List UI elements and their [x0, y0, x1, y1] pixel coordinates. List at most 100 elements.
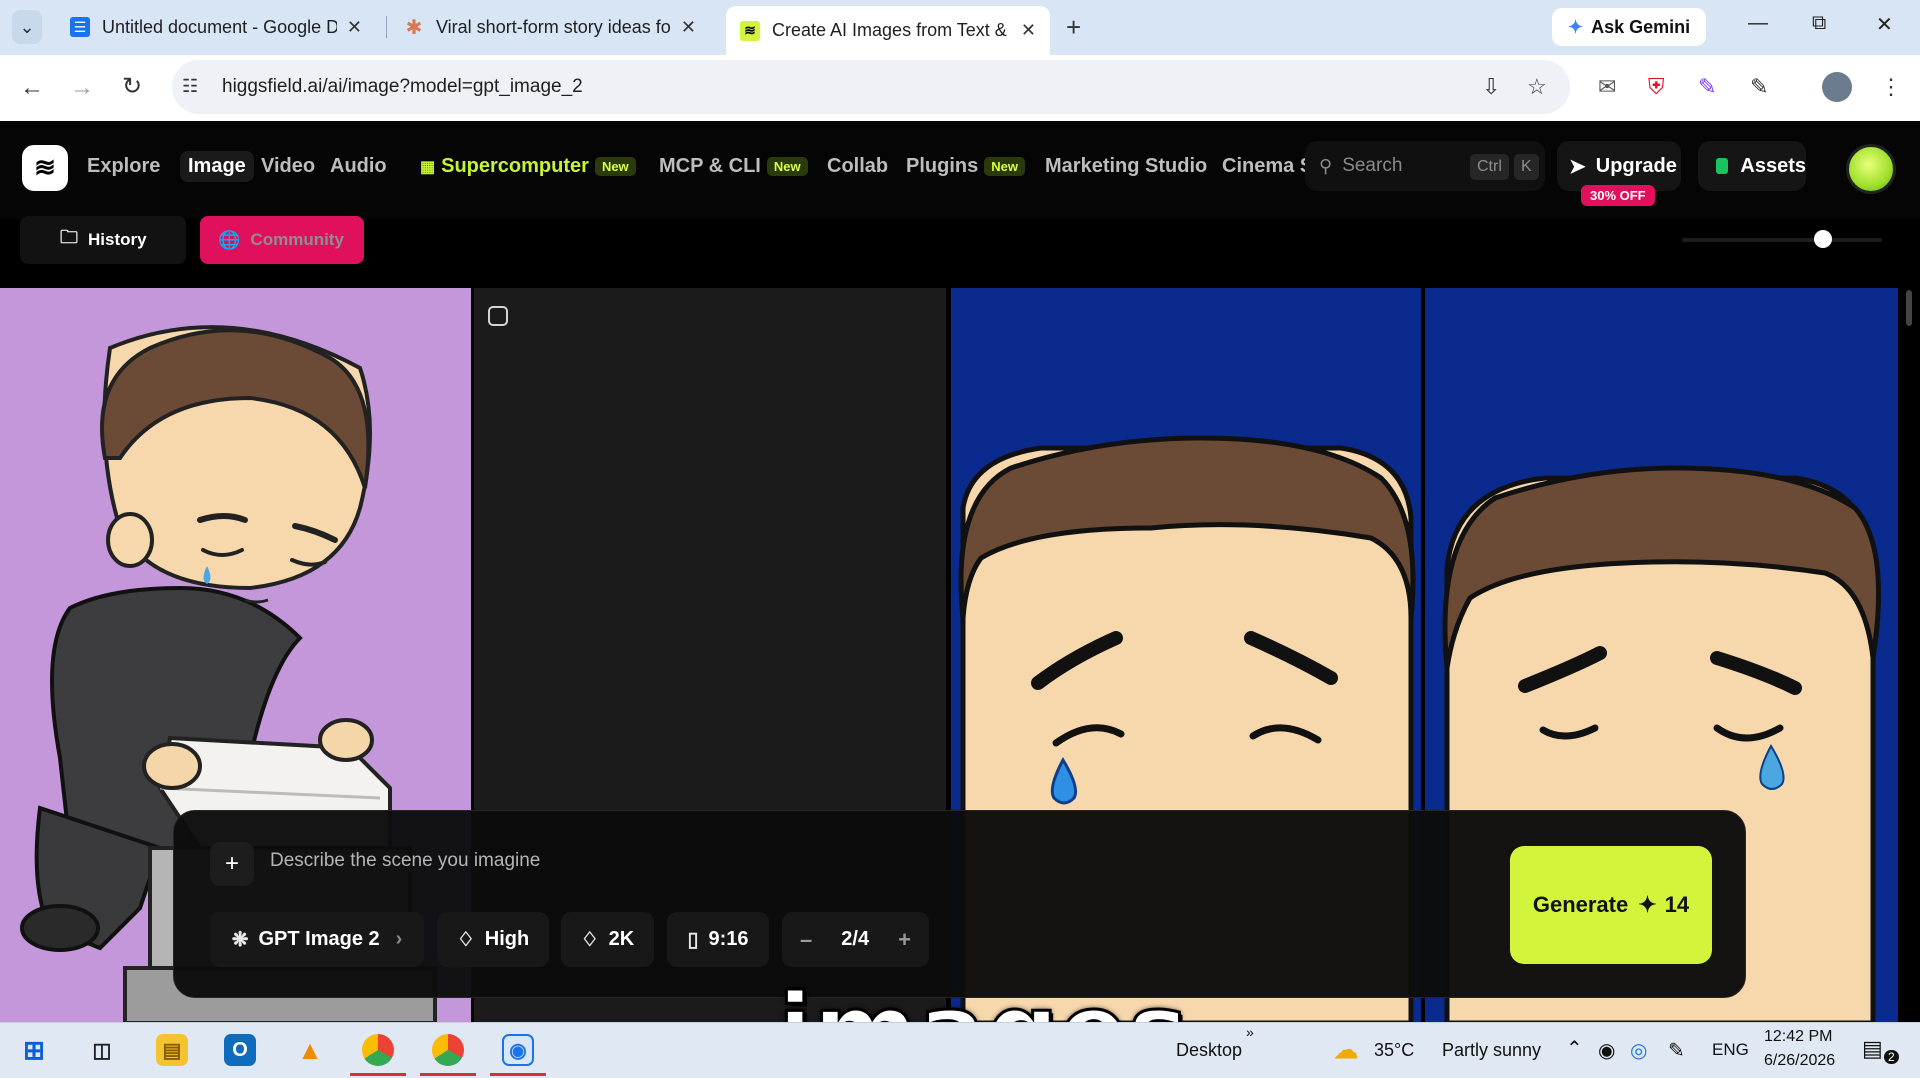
file-explorer-icon[interactable]: ▤: [156, 1034, 188, 1066]
clock-date[interactable]: 6/26/2026: [1764, 1052, 1835, 1070]
minimize-icon[interactable]: —: [1748, 12, 1768, 35]
new-tab-icon[interactable]: +: [1066, 12, 1081, 43]
chevron-up-icon[interactable]: ⌃: [1566, 1036, 1583, 1061]
extensions-puzzle-icon[interactable]: ✎: [1750, 74, 1768, 100]
language-indicator[interactable]: ENG: [1712, 1040, 1749, 1060]
search-box[interactable]: ⚲ Search: [1305, 141, 1545, 191]
browser-menu-icon[interactable]: ⋮: [1880, 74, 1902, 100]
url-text[interactable]: higgsfield.ai/ai/image?model=gpt_image_2: [222, 76, 583, 98]
openai-icon: ❋: [231, 929, 249, 951]
ublock-extension-icon[interactable]: ⛨: [1648, 74, 1665, 100]
assets-button[interactable]: Assets: [1698, 141, 1806, 191]
vlc-icon[interactable]: ▲: [294, 1034, 326, 1066]
desktop-toolbar-label[interactable]: Desktop: [1176, 1040, 1242, 1061]
aspect-ratio-selector[interactable]: ▯ 9:16: [667, 912, 769, 967]
nav-supercomputer-label: Supercomputer: [441, 155, 589, 177]
notification-count: 2: [1884, 1050, 1899, 1064]
chevron-right-icon: ›: [395, 928, 403, 950]
pen-icon[interactable]: ✎: [1668, 1038, 1685, 1063]
nav-supercomputer[interactable]: ▦ Supercomputer New: [420, 155, 636, 178]
restore-icon[interactable]: ⧉: [1812, 12, 1826, 35]
weather-condition[interactable]: Partly sunny: [1442, 1040, 1541, 1061]
plus-icon[interactable]: +: [898, 927, 911, 953]
task-view-icon[interactable]: ◫: [86, 1034, 118, 1066]
mail-extension-icon[interactable]: ✉: [1598, 74, 1616, 100]
chrome-icon[interactable]: [362, 1034, 394, 1066]
prompt-input[interactable]: Describe the scene you imagine: [270, 850, 540, 872]
model-selector[interactable]: ❋ GPT Image 2 ›: [210, 912, 424, 967]
nav-marketing-studio[interactable]: Marketing Studio: [1045, 155, 1207, 178]
close-tab-icon[interactable]: ✕: [347, 17, 362, 38]
zoom-slider[interactable]: [1682, 238, 1882, 242]
nav-explore[interactable]: Explore: [87, 155, 160, 178]
tab-title: Viral short-form story ideas for: [436, 16, 671, 37]
generate-cost: 14: [1664, 892, 1690, 917]
nav-video[interactable]: Video: [261, 155, 315, 178]
resolution-selector[interactable]: ♢ 2K: [561, 912, 654, 967]
minus-icon[interactable]: –: [800, 927, 812, 953]
search-placeholder: Search: [1342, 155, 1403, 176]
outlook-icon[interactable]: O: [224, 1034, 256, 1066]
profile-avatar[interactable]: [1822, 72, 1852, 102]
tab-separator: [386, 16, 387, 38]
tab-community-label: Community: [250, 230, 344, 249]
back-icon[interactable]: ←: [20, 74, 44, 102]
chrome-app-icon[interactable]: ◉: [502, 1034, 534, 1066]
nav-plugins[interactable]: Plugins New: [906, 155, 1025, 178]
chrome-icon[interactable]: [432, 1034, 464, 1066]
select-checkbox[interactable]: [488, 306, 508, 326]
tab-community[interactable]: 🌐 Community: [200, 216, 364, 264]
globe-icon: 🌐: [218, 229, 241, 250]
upgrade-button[interactable]: ➤ Upgrade: [1557, 141, 1681, 191]
search-icon: ⚲: [1319, 155, 1333, 176]
weather-temp[interactable]: 35°C: [1374, 1040, 1414, 1061]
network-icon[interactable]: ◎: [1630, 1038, 1647, 1063]
upgrade-label: Upgrade: [1595, 154, 1677, 177]
tab-search-dropdown[interactable]: ⌄: [12, 10, 42, 44]
forward-icon[interactable]: →: [70, 74, 94, 102]
resolution-label: 2K: [608, 928, 635, 950]
quality-selector[interactable]: ♢ High: [437, 912, 549, 967]
reload-icon[interactable]: ↻: [122, 72, 142, 101]
gallery-scrollbar[interactable]: [1906, 290, 1912, 326]
browser-tab-docs[interactable]: ☰ Untitled document - Google Do ✕: [56, 6, 376, 48]
diamond-icon: ♢: [580, 929, 599, 951]
active-indicator: [350, 1073, 406, 1076]
discount-badge: 30% OFF: [1581, 185, 1655, 206]
close-tab-icon[interactable]: ✕: [681, 17, 696, 38]
notification-icon[interactable]: ▤: [1862, 1036, 1883, 1062]
nav-image[interactable]: Image: [180, 151, 254, 182]
folder-icon: [1716, 158, 1729, 174]
nav-collab[interactable]: Collab: [827, 155, 888, 178]
quantity-stepper[interactable]: – 2/4 +: [782, 912, 929, 967]
nav-audio[interactable]: Audio: [330, 155, 387, 178]
chevron-double-icon[interactable]: »: [1246, 1024, 1254, 1040]
shortcut-key-ctrl: Ctrl: [1470, 154, 1509, 180]
user-avatar[interactable]: [1846, 144, 1896, 194]
clock-time[interactable]: 12:42 PM: [1764, 1028, 1832, 1046]
folder-icon: 🗀: [60, 227, 78, 247]
generate-button[interactable]: Generate ✦ 14: [1510, 846, 1712, 964]
browser-tab-claude[interactable]: ✱ Viral short-form story ideas for ✕: [390, 6, 710, 48]
windows-start-icon[interactable]: ⊞: [18, 1034, 50, 1066]
ask-gemini-button[interactable]: ✦ Ask Gemini: [1552, 8, 1707, 46]
browser-tab-higgsfield[interactable]: ≋ Create AI Images from Text & P ✕: [726, 6, 1050, 55]
higgsfield-logo[interactable]: ≋: [22, 145, 68, 191]
rocket-icon: ➤: [1569, 155, 1586, 178]
nav-cinema[interactable]: Cinema S: [1222, 155, 1308, 178]
zoom-slider-handle[interactable]: [1814, 230, 1832, 248]
aspect-label: 9:16: [708, 928, 749, 950]
site-info-icon[interactable]: ☷: [182, 76, 198, 97]
weather-icon[interactable]: ☁: [1330, 1034, 1362, 1066]
pen-extension-icon[interactable]: ✎: [1698, 74, 1716, 100]
record-icon[interactable]: ◉: [1598, 1038, 1615, 1063]
model-label: GPT Image 2: [258, 928, 380, 950]
grid-icon: ▦: [420, 159, 436, 176]
tab-history[interactable]: 🗀 History: [20, 216, 186, 264]
bookmark-star-icon[interactable]: ☆: [1527, 74, 1547, 100]
install-app-icon[interactable]: ⇩: [1482, 74, 1500, 100]
nav-mcp-cli[interactable]: MCP & CLI New: [659, 155, 808, 178]
close-tab-icon[interactable]: ✕: [1021, 20, 1036, 41]
add-reference-button[interactable]: +: [210, 842, 254, 886]
close-window-icon[interactable]: ✕: [1876, 12, 1893, 37]
